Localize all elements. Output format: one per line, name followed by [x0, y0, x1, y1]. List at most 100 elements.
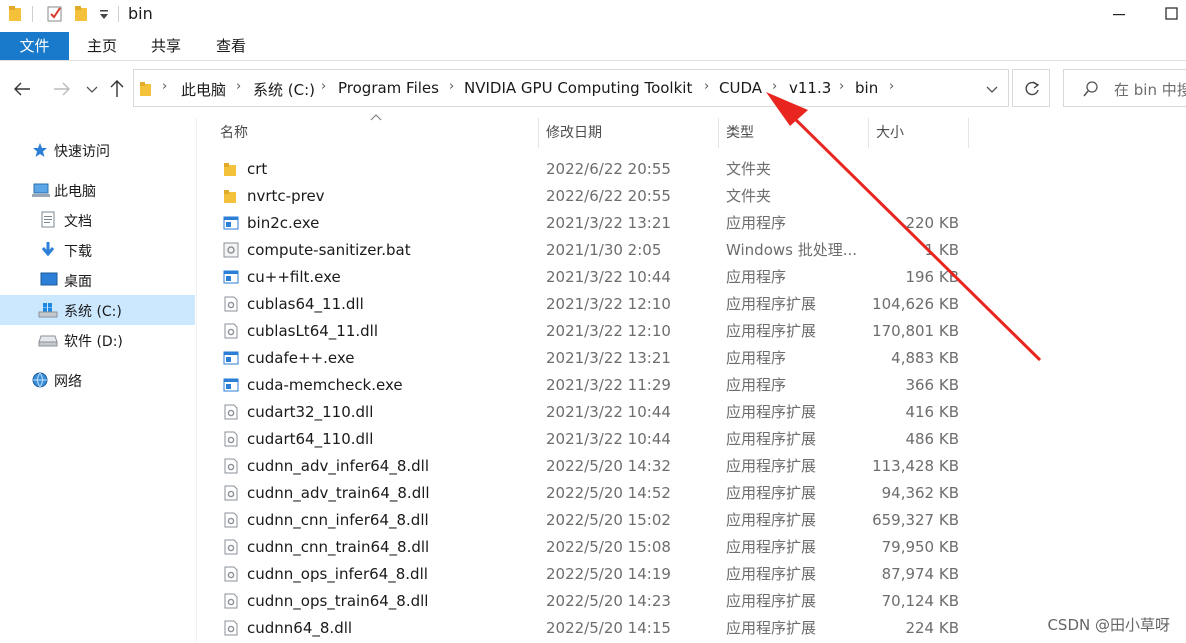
- chevron-right-icon[interactable]: ›: [704, 79, 709, 94]
- nav-label: 下载: [64, 244, 92, 260]
- file-size: 87,974 KB: [881, 565, 959, 583]
- windows-drive-icon: [38, 303, 58, 318]
- nav-item-desktop[interactable]: 桌面: [0, 265, 195, 295]
- file-name: cublasLt64_11.dll: [247, 322, 378, 340]
- nav-label: 桌面: [64, 274, 92, 290]
- chevron-right-icon[interactable]: ›: [449, 79, 454, 94]
- file-name: compute-sanitizer.bat: [247, 241, 411, 259]
- nav-item-software-d[interactable]: 软件 (D:): [0, 325, 195, 355]
- nav-item-documents[interactable]: 文档: [0, 205, 195, 235]
- minimize-icon[interactable]: [1110, 5, 1130, 23]
- file-type: 应用程序扩展: [726, 484, 817, 502]
- file-date: 2022/5/20 14:15: [546, 619, 671, 637]
- file-size: 224 KB: [905, 619, 959, 637]
- file-row[interactable]: cuda-memcheck.exe 2021/3/22 11:29 应用程序 366 …: [219, 372, 969, 399]
- file-name: cudart32_110.dll: [247, 403, 374, 421]
- file-date: 2021/3/22 10:44: [546, 403, 671, 421]
- file-row[interactable]: cudnn_cnn_train64_8.dll 2022/5/20 15:08 应用…: [219, 534, 969, 561]
- dll-file-icon: [223, 404, 239, 420]
- customize-quick-access-icon[interactable]: [98, 5, 110, 23]
- folder-icon[interactable]: [8, 5, 24, 23]
- search-box[interactable]: 在 bin 中搜: [1063, 69, 1186, 107]
- breadcrumb-cuda[interactable]: CUDA: [719, 79, 762, 97]
- column-header-type[interactable]: 类型: [726, 122, 754, 142]
- document-icon: [41, 211, 55, 228]
- column-separator[interactable]: [718, 118, 719, 148]
- dll-file-icon: [223, 296, 239, 312]
- file-name: bin2c.exe: [247, 214, 320, 232]
- file-name: cudnn_cnn_infer64_8.dll: [247, 511, 429, 529]
- file-row[interactable]: cudnn64_8.dll 2022/5/20 14:15 应用程序扩展 224 KB: [219, 615, 969, 642]
- file-size: 79,950 KB: [881, 538, 959, 556]
- column-header-date[interactable]: 修改日期: [546, 122, 602, 142]
- window-title: bin: [128, 4, 153, 23]
- file-row[interactable]: cudnn_cnn_infer64_8.dll 2022/5/20 15:02 应用…: [219, 507, 969, 534]
- dll-file-icon: [223, 485, 239, 501]
- file-name: cuda-memcheck.exe: [247, 376, 403, 394]
- column-separator[interactable]: [538, 118, 539, 148]
- breadcrumb-system-c[interactable]: 系统 (C:): [253, 79, 315, 100]
- dll-file-icon: [223, 458, 239, 474]
- file-row[interactable]: cudnn_ops_infer64_8.dll 2022/5/20 14:19 应用…: [219, 561, 969, 588]
- drive-icon: [38, 335, 58, 347]
- recent-locations-chevron-icon[interactable]: [85, 82, 99, 96]
- file-row[interactable]: cudnn_ops_train64_8.dll 2022/5/20 14:23 应用…: [219, 588, 969, 615]
- tab-file[interactable]: 文件: [0, 32, 69, 60]
- file-row[interactable]: cudart64_110.dll 2021/3/22 10:44 应用程序扩展 486…: [219, 426, 969, 453]
- separator: [118, 6, 119, 22]
- up-arrow-icon[interactable]: [108, 78, 126, 98]
- nav-item-system-c[interactable]: 系统 (C:): [0, 295, 195, 325]
- tab-view[interactable]: 查看: [203, 32, 259, 60]
- forward-arrow-icon[interactable]: [52, 80, 72, 98]
- file-row[interactable]: cudnn_adv_train64_8.dll 2022/5/20 14:52 应用…: [219, 480, 969, 507]
- file-name: cudart64_110.dll: [247, 430, 374, 448]
- file-name: nvrtc-prev: [247, 187, 325, 205]
- file-type: 应用程序扩展: [726, 511, 817, 529]
- nav-label: 软件 (D:): [64, 334, 123, 350]
- file-row[interactable]: cudnn_adv_infer64_8.dll 2022/5/20 14:32 应用…: [219, 453, 969, 480]
- breadcrumb-nvidia-toolkit[interactable]: NVIDIA GPU Computing Toolkit: [464, 79, 692, 97]
- title-bar: bin: [0, 0, 1186, 30]
- column-header-name[interactable]: 名称: [220, 122, 248, 142]
- network-icon: [32, 372, 48, 388]
- watermark: CSDN @田小草呀: [1047, 616, 1170, 634]
- dll-file-icon: [223, 593, 239, 609]
- file-name: cu++filt.exe: [247, 268, 341, 286]
- chevron-right-icon[interactable]: ›: [321, 79, 326, 94]
- star-icon: [33, 143, 47, 157]
- nav-item-quick-access[interactable]: 快速访问: [0, 135, 195, 165]
- chevron-right-icon[interactable]: ›: [236, 79, 241, 94]
- file-size: 113,428 KB: [872, 457, 959, 475]
- file-date: 2021/1/30 2:05: [546, 241, 662, 259]
- breadcrumb-this-pc[interactable]: 此电脑: [181, 79, 226, 100]
- new-folder-icon[interactable]: [74, 5, 90, 23]
- file-size: 94,362 KB: [881, 484, 959, 502]
- file-size: 486 KB: [905, 430, 959, 448]
- file-row[interactable]: cudart32_110.dll 2021/3/22 10:44 应用程序扩展 416…: [219, 399, 969, 426]
- file-name: cudafe++.exe: [247, 349, 355, 367]
- file-date: 2021/3/22 13:21: [546, 349, 671, 367]
- file-name: crt: [247, 160, 268, 178]
- nav-item-this-pc[interactable]: 此电脑: [0, 175, 195, 205]
- pane-divider[interactable]: [196, 118, 197, 643]
- dll-file-icon: [223, 620, 239, 636]
- chevron-right-icon[interactable]: ›: [162, 79, 167, 94]
- back-arrow-icon[interactable]: [12, 80, 32, 98]
- properties-icon[interactable]: [46, 5, 64, 23]
- batch-file-icon: [223, 242, 239, 258]
- nav-item-downloads[interactable]: 下载: [0, 235, 195, 265]
- maximize-icon[interactable]: [1162, 5, 1182, 23]
- file-type: 应用程序扩展: [726, 538, 817, 556]
- search-icon: [1083, 81, 1098, 97]
- file-size: 366 KB: [905, 376, 959, 394]
- nav-label: 此电脑: [54, 184, 96, 200]
- file-date: 2021/3/22 10:44: [546, 268, 671, 286]
- dll-file-icon: [223, 539, 239, 555]
- dll-file-icon: [223, 566, 239, 582]
- tab-share[interactable]: 共享: [138, 32, 194, 60]
- tab-home[interactable]: 主页: [74, 32, 130, 60]
- nav-item-network[interactable]: 网络: [0, 365, 195, 395]
- dll-file-icon: [223, 323, 239, 339]
- file-name: cudnn_ops_train64_8.dll: [247, 592, 429, 610]
- breadcrumb-program-files[interactable]: Program Files: [338, 79, 439, 97]
